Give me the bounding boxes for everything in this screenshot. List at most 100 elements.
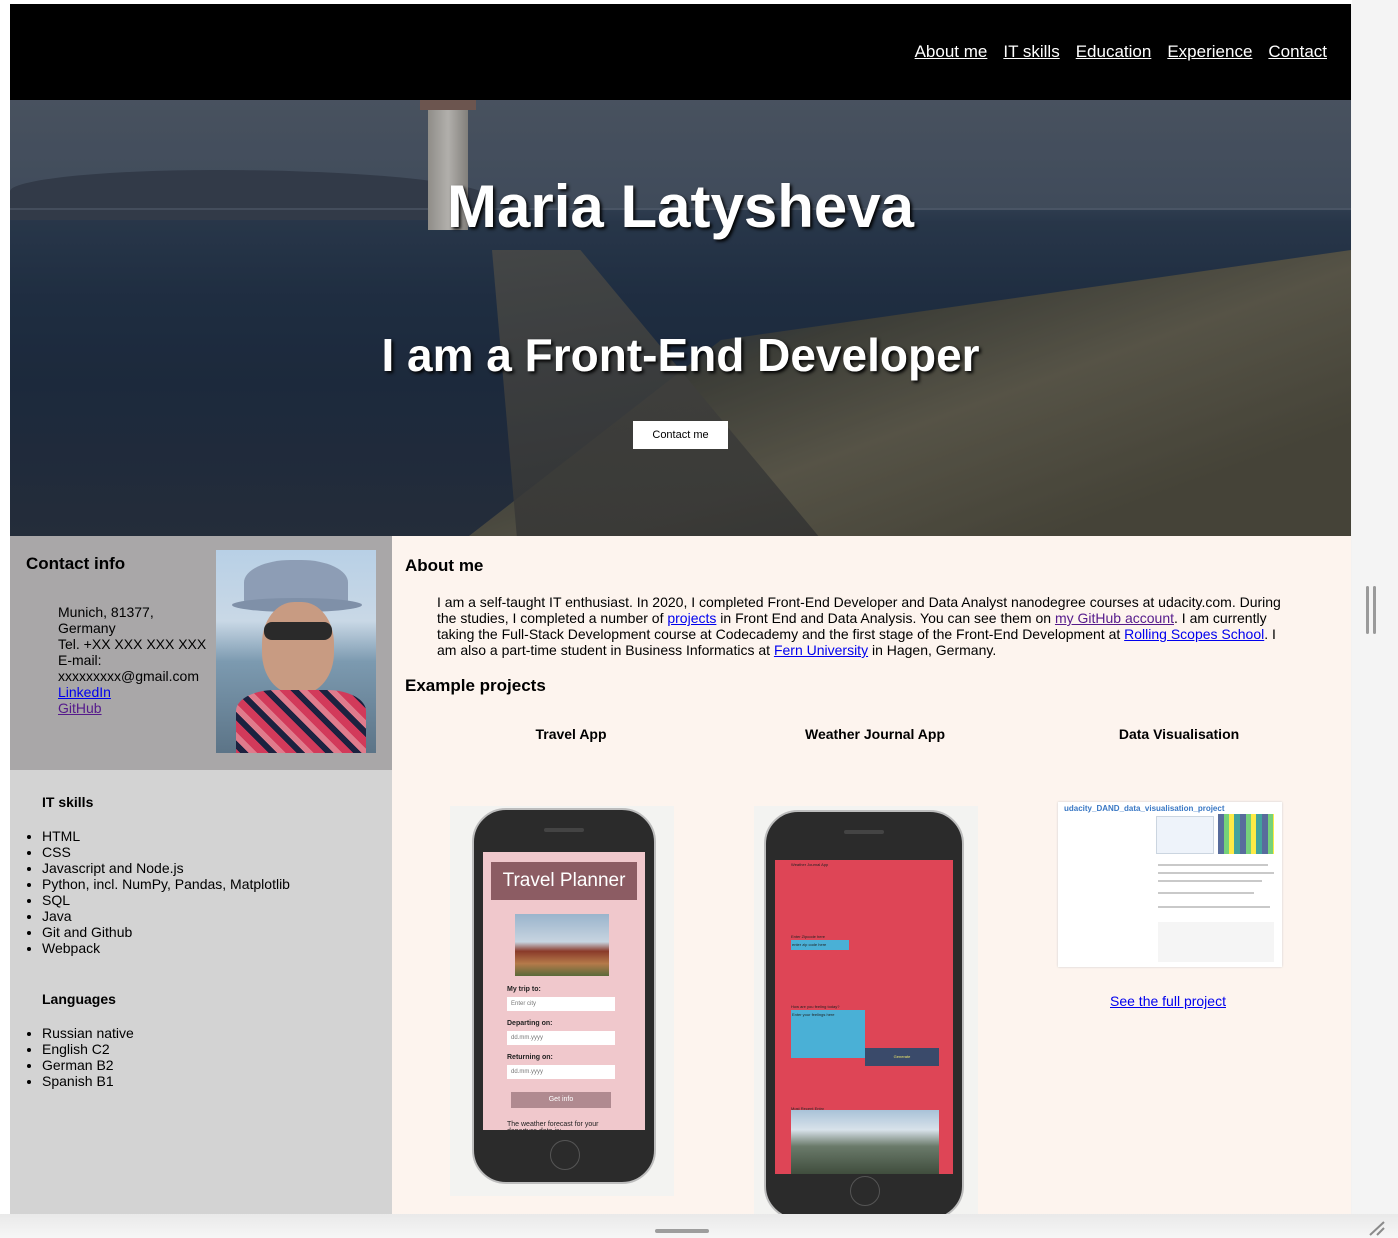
github-account-link[interactable]: my GitHub account (1055, 610, 1174, 626)
phone-home-button (550, 1140, 580, 1170)
split-view-grip[interactable] (1366, 586, 1376, 634)
projects-link[interactable]: projects (667, 610, 716, 626)
weather-landscape-image (791, 1110, 939, 1174)
project-title-weather: Weather Journal App (804, 726, 946, 742)
hero-subtitle: I am a Front-End Developer (381, 329, 980, 381)
email-label: E-mail: (58, 652, 102, 668)
departing-label: Departing on: (507, 1020, 553, 1027)
about-text-2: in Front End and Data Analysis. You can … (716, 610, 1055, 626)
dataviz-text-line (1158, 872, 1274, 874)
left-gutter (0, 0, 10, 1216)
address-line-1: Munich, 81377, (58, 604, 154, 620)
skill-item: SQL (42, 892, 290, 908)
skill-item: Git and Github (42, 924, 290, 940)
trip-label: My trip to: (507, 986, 541, 993)
photo-sunglasses (264, 622, 332, 640)
skill-item: HTML (42, 828, 290, 844)
skill-item: Java (42, 908, 290, 924)
contact-info-heading: Contact info (26, 554, 126, 573)
returning-field: dd.mm.yyyy (507, 1065, 615, 1079)
about-me-text: I am a self-taught IT enthusiast. In 202… (437, 594, 1297, 658)
nav-link-education[interactable]: Education (1076, 42, 1152, 61)
feeling-label: How are you feeling today? (791, 1004, 840, 1009)
dataviz-text-line (1158, 906, 1270, 908)
phone-home-button (850, 1176, 880, 1206)
languages-heading: Languages (42, 991, 116, 1007)
phone-frame: Travel Planner My trip to: Enter city De… (472, 808, 656, 1184)
hero-section: Maria Latysheva I am a Front-End Develop… (10, 100, 1351, 536)
languages-list: Russian native English C2 German B2 Span… (10, 1025, 134, 1089)
see-full-project-link[interactable]: See the full project (1110, 993, 1226, 1009)
city-field: Enter city (507, 997, 615, 1011)
dataviz-text-line (1158, 880, 1262, 882)
rolling-scopes-link[interactable]: Rolling Scopes School (1124, 626, 1264, 642)
linkedin-link[interactable]: LinkedIn (58, 684, 228, 700)
project-title-travel: Travel App (535, 726, 607, 742)
dataviz-screenshot[interactable]: udacity_DAND_data_visualisation_project (1058, 802, 1282, 967)
dataviz-heatmap (1218, 814, 1274, 854)
grip-line (1373, 586, 1376, 634)
nav-list: About me IT skills Education Experience … (915, 42, 1327, 62)
zip-placeholder: enter zip code here (792, 942, 827, 947)
contact-details: Munich, 81377, Germany Tel. +XX XXX XXX … (58, 604, 228, 716)
weather-app-screenshot[interactable]: Weather Journal App Enter Zipcode here e… (754, 806, 978, 1214)
address-line-2: Germany (58, 620, 116, 636)
phone-number: Tel. +XX XXX XXX XXX (58, 636, 207, 652)
email-address: xxxxxxxxx@gmail.com (58, 668, 200, 684)
nav-link-contact[interactable]: Contact (1268, 42, 1327, 61)
example-projects-heading: Example projects (405, 676, 546, 695)
main-content: About me I am a self-taught IT enthusias… (392, 536, 1351, 1214)
travel-banner: Travel Planner (491, 862, 637, 900)
dataviz-code-block (1158, 922, 1274, 962)
grip-line (1366, 586, 1369, 634)
it-skills-list: HTML CSS Javascript and Node.js Python, … (10, 828, 290, 956)
dataviz-text-line (1158, 864, 1268, 866)
travel-city-image (515, 914, 609, 976)
drag-handle[interactable] (655, 1229, 709, 1233)
generate-button: Generate (865, 1048, 939, 1066)
github-link[interactable]: GitHub (58, 700, 228, 716)
skills-panel: IT skills HTML CSS Javascript and Node.j… (10, 770, 392, 1214)
language-item: Spanish B1 (42, 1073, 134, 1089)
dataviz-scatter-plot (1156, 816, 1214, 854)
skill-item: Javascript and Node.js (42, 860, 290, 876)
phone-speaker (844, 830, 884, 834)
resize-corner-icon[interactable] (1364, 1218, 1386, 1236)
it-skills-heading: IT skills (42, 794, 94, 810)
weather-header: Weather Journal App (791, 862, 829, 867)
photo-face (262, 602, 334, 694)
about-text-5: in Hagen, Germany. (868, 642, 997, 658)
project-title-dataviz: Data Visualisation (1118, 726, 1240, 742)
departing-field: dd.mm.yyyy (507, 1031, 615, 1045)
nav-link-about[interactable]: About me (915, 42, 988, 61)
photo-dress (236, 690, 366, 753)
language-item: German B2 (42, 1057, 134, 1073)
skill-item: Python, incl. NumPy, Pandas, Matplotlib (42, 876, 290, 892)
phone-speaker (544, 828, 584, 832)
feeling-field: Enter your feelings here (791, 1010, 865, 1058)
bottom-panel-edge (0, 1214, 1398, 1238)
top-navigation: About me IT skills Education Experience … (10, 4, 1351, 100)
profile-photo (216, 550, 376, 753)
get-info-button: Get info (511, 1092, 611, 1108)
feeling-placeholder: Enter your feelings here (792, 1012, 835, 1017)
forecast-text: The weather forecast for your departure … (507, 1121, 599, 1130)
fern-university-link[interactable]: Fern University (774, 642, 868, 658)
nav-link-it-skills[interactable]: IT skills (1003, 42, 1059, 61)
skill-item: Webpack (42, 940, 290, 956)
contact-me-button[interactable]: Contact me (633, 421, 728, 449)
travel-app-screenshot[interactable]: Travel Planner My trip to: Enter city De… (450, 806, 674, 1196)
dataviz-text-line (1158, 892, 1254, 894)
dataviz-title: udacity_DAND_data_visualisation_project (1064, 804, 1225, 813)
language-item: Russian native (42, 1025, 134, 1041)
zip-field: enter zip code here (791, 940, 849, 950)
contact-info-panel: Contact info Munich, 81377, Germany Tel.… (10, 536, 392, 770)
skill-item: CSS (42, 844, 290, 860)
returning-label: Returning on: (507, 1054, 553, 1061)
weather-app-screen: Weather Journal App Enter Zipcode here e… (775, 860, 953, 1174)
phone-frame: Weather Journal App Enter Zipcode here e… (764, 810, 964, 1214)
hero-name: Maria Latysheva (447, 173, 914, 240)
hero-overlay (10, 100, 1351, 536)
nav-link-experience[interactable]: Experience (1167, 42, 1252, 61)
travel-app-screen: Travel Planner My trip to: Enter city De… (483, 852, 645, 1130)
